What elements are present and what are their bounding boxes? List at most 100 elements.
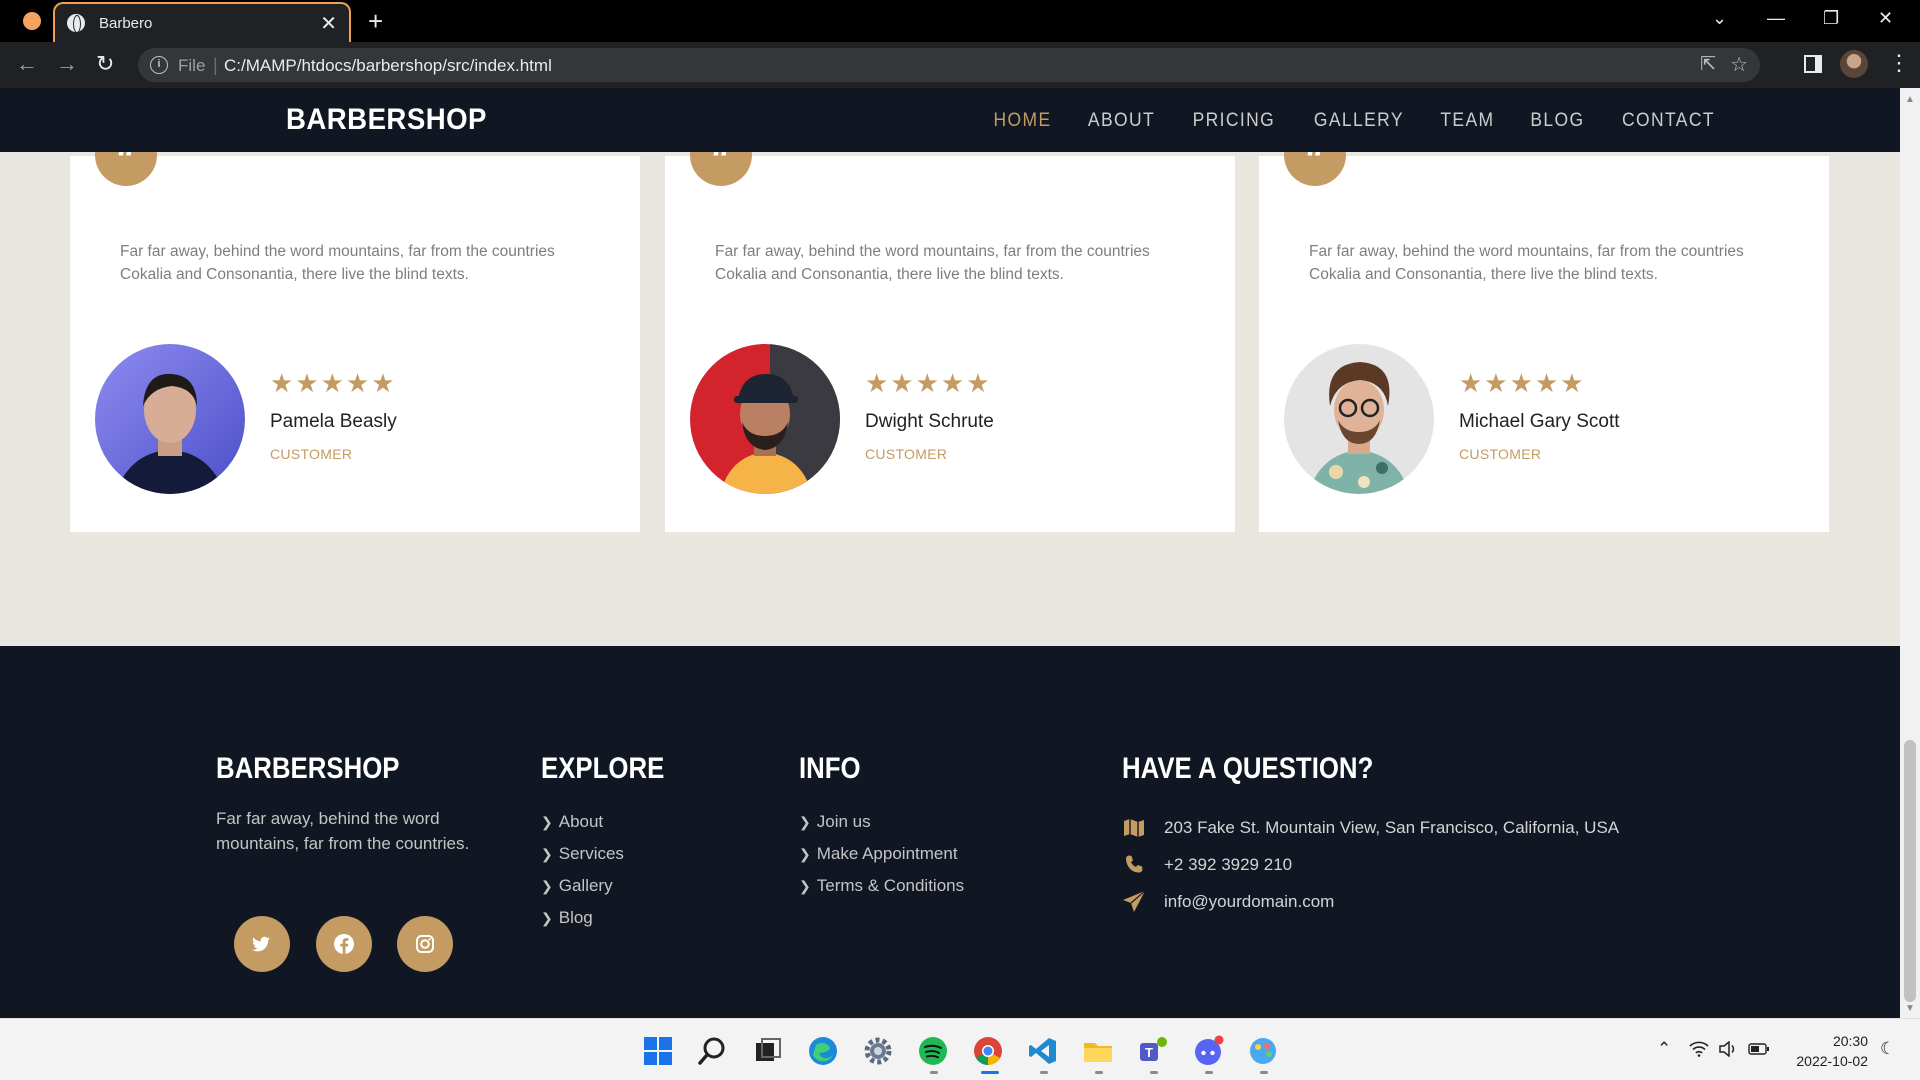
tab-search-chevron-icon[interactable]: ⌄	[1712, 8, 1727, 29]
svg-text:T: T	[1145, 1045, 1153, 1060]
customer-role: CUSTOMER	[865, 446, 948, 462]
info-heading: INFO	[799, 752, 861, 785]
running-indicator	[1205, 1071, 1213, 1074]
testimonial-card: “ Far far away, behind the word mountain…	[665, 124, 1235, 532]
windows-start-icon[interactable]	[642, 1035, 674, 1067]
volume-icon[interactable]	[1718, 1041, 1738, 1057]
url-text[interactable]: C:/MAMP/htdocs/barbershop/src/index.html	[224, 56, 552, 76]
nav-blog[interactable]: BLOG	[1531, 110, 1585, 132]
footer-link-label: Services	[558, 844, 624, 863]
twitter-button[interactable]	[234, 916, 290, 972]
chevron-right-icon: ❯	[799, 878, 811, 894]
customer-name: Michael Gary Scott	[1459, 411, 1620, 432]
restore-button[interactable]: ❐	[1823, 8, 1839, 29]
instagram-button[interactable]	[397, 916, 453, 972]
nav-pricing[interactable]: PRICING	[1193, 110, 1276, 132]
nav-home[interactable]: HOME	[994, 110, 1052, 132]
reload-icon[interactable]: ↻	[96, 51, 114, 77]
scrollbar-thumb[interactable]	[1904, 740, 1916, 1002]
running-indicator	[930, 1071, 938, 1074]
contact-phone-text[interactable]: +2 392 3929 210	[1164, 855, 1292, 875]
close-window-button[interactable]: ✕	[1878, 8, 1893, 29]
show-hidden-icons-chevron-icon[interactable]: ⌃	[1657, 1039, 1671, 1059]
scroll-up-icon[interactable]: ▲	[1905, 94, 1915, 105]
side-panel-icon[interactable]	[1804, 55, 1822, 73]
os-taskbar: T ⌃ 20:30 2022-10-02 ☾	[0, 1018, 1920, 1080]
scroll-down-icon[interactable]: ▼	[1905, 1003, 1915, 1014]
forward-arrow-icon[interactable]: →	[56, 51, 78, 77]
nav-team[interactable]: TEAM	[1441, 110, 1495, 132]
footer-link-label: Blog	[558, 908, 593, 927]
tab-title: Barbero	[99, 15, 153, 32]
running-indicator	[1260, 1071, 1268, 1074]
browser-tab-strip: Barbero ✕ + ⌄ — ❐ ✕	[0, 0, 1920, 42]
testimonial-card: “ Far far away, behind the word mountain…	[70, 124, 640, 532]
rating-stars: ★★★★★	[270, 368, 397, 398]
profile-avatar[interactable]	[1840, 50, 1868, 78]
footer-link-label: Make Appointment	[816, 844, 958, 863]
bookmark-star-icon[interactable]: ☆	[1730, 52, 1748, 77]
task-view-icon[interactable]	[752, 1035, 784, 1067]
chevron-right-icon: ❯	[541, 814, 553, 830]
browser-toolbar: ← → ↻ i File | C:/MAMP/htdocs/barbershop…	[0, 42, 1920, 88]
footer-link-join-us[interactable]: ❯ Join us	[799, 812, 964, 844]
chevron-right-icon: ❯	[541, 910, 553, 926]
footer-about-text: Far far away, behind the word mountains,…	[216, 809, 470, 853]
customer-role: CUSTOMER	[270, 446, 353, 462]
phone-icon	[1126, 855, 1143, 873]
contact-email-text[interactable]: info@yourdomain.com	[1164, 892, 1334, 912]
nav-gallery[interactable]: GALLERY	[1314, 110, 1404, 132]
settings-gear-icon[interactable]	[862, 1035, 894, 1067]
testimonial-text: Far far away, behind the word mountains,…	[1309, 243, 1744, 283]
page-viewport: BARBERSHOP HOME ABOUT PRICING GALLERY TE…	[0, 88, 1900, 1018]
nav-contact[interactable]: CONTACT	[1622, 110, 1715, 132]
footer-link-about[interactable]: ❯ About	[541, 812, 624, 844]
system-clock[interactable]: 20:30 2022-10-02	[1790, 1031, 1868, 1071]
customer-avatar	[690, 344, 840, 494]
instagram-icon	[416, 935, 434, 953]
share-icon[interactable]: ⇱	[1700, 53, 1716, 76]
battery-icon[interactable]	[1748, 1043, 1770, 1055]
spotify-icon[interactable]	[917, 1035, 949, 1067]
customer-avatar	[1284, 344, 1434, 494]
do-not-disturb-moon-icon[interactable]: ☾	[1880, 1039, 1895, 1059]
search-icon[interactable]	[697, 1035, 729, 1067]
site-nav-menu: HOME ABOUT PRICING GALLERY TEAM BLOG CON…	[991, 110, 1750, 132]
site-info-icon[interactable]: i	[150, 56, 168, 74]
page-scrollbar[interactable]: ▲ ▼	[1900, 88, 1920, 1018]
nav-about[interactable]: ABOUT	[1088, 110, 1155, 132]
footer-link-blog[interactable]: ❯ Blog	[541, 908, 624, 940]
explore-heading: EXPLORE	[541, 752, 665, 785]
clock-time: 20:30	[1832, 1033, 1868, 1049]
address-bar[interactable]: i File | C:/MAMP/htdocs/barbershop/src/i…	[138, 48, 1760, 82]
url-separator: |	[213, 55, 218, 75]
browser-tab[interactable]: Barbero ✕	[53, 2, 351, 42]
discord-icon[interactable]	[1192, 1035, 1224, 1067]
close-tab-button[interactable]: ✕	[320, 11, 337, 36]
chrome-icon[interactable]	[972, 1035, 1004, 1067]
footer-link-make-appointment[interactable]: ❯ Make Appointment	[799, 844, 964, 876]
more-menu-icon[interactable]: ⋮	[1888, 50, 1910, 76]
back-arrow-icon[interactable]: ←	[16, 51, 38, 77]
active-app-indicator	[981, 1071, 999, 1074]
new-tab-button[interactable]: +	[368, 6, 383, 37]
minimize-button[interactable]: —	[1767, 8, 1785, 29]
footer-link-gallery[interactable]: ❯ Gallery	[541, 876, 624, 908]
clock-date: 2022-10-02	[1796, 1053, 1868, 1069]
vscode-icon[interactable]	[1027, 1035, 1059, 1067]
footer-link-terms[interactable]: ❯ Terms & Conditions	[799, 876, 964, 908]
file-explorer-icon[interactable]	[1082, 1035, 1114, 1067]
paint-app-icon[interactable]	[1247, 1035, 1279, 1067]
teams-icon[interactable]: T	[1137, 1035, 1169, 1067]
wifi-icon[interactable]	[1689, 1041, 1709, 1057]
footer-link-services[interactable]: ❯ Services	[541, 844, 624, 876]
url-scheme: File	[178, 56, 206, 75]
edge-browser-icon[interactable]	[807, 1035, 839, 1067]
customer-role: CUSTOMER	[1459, 446, 1542, 462]
chevron-right-icon: ❯	[541, 846, 553, 862]
facebook-button[interactable]	[316, 916, 372, 972]
globe-icon	[67, 14, 85, 33]
customer-avatar	[95, 344, 245, 494]
running-indicator	[1095, 1071, 1103, 1074]
site-brand[interactable]: BARBERSHOP	[286, 103, 487, 137]
